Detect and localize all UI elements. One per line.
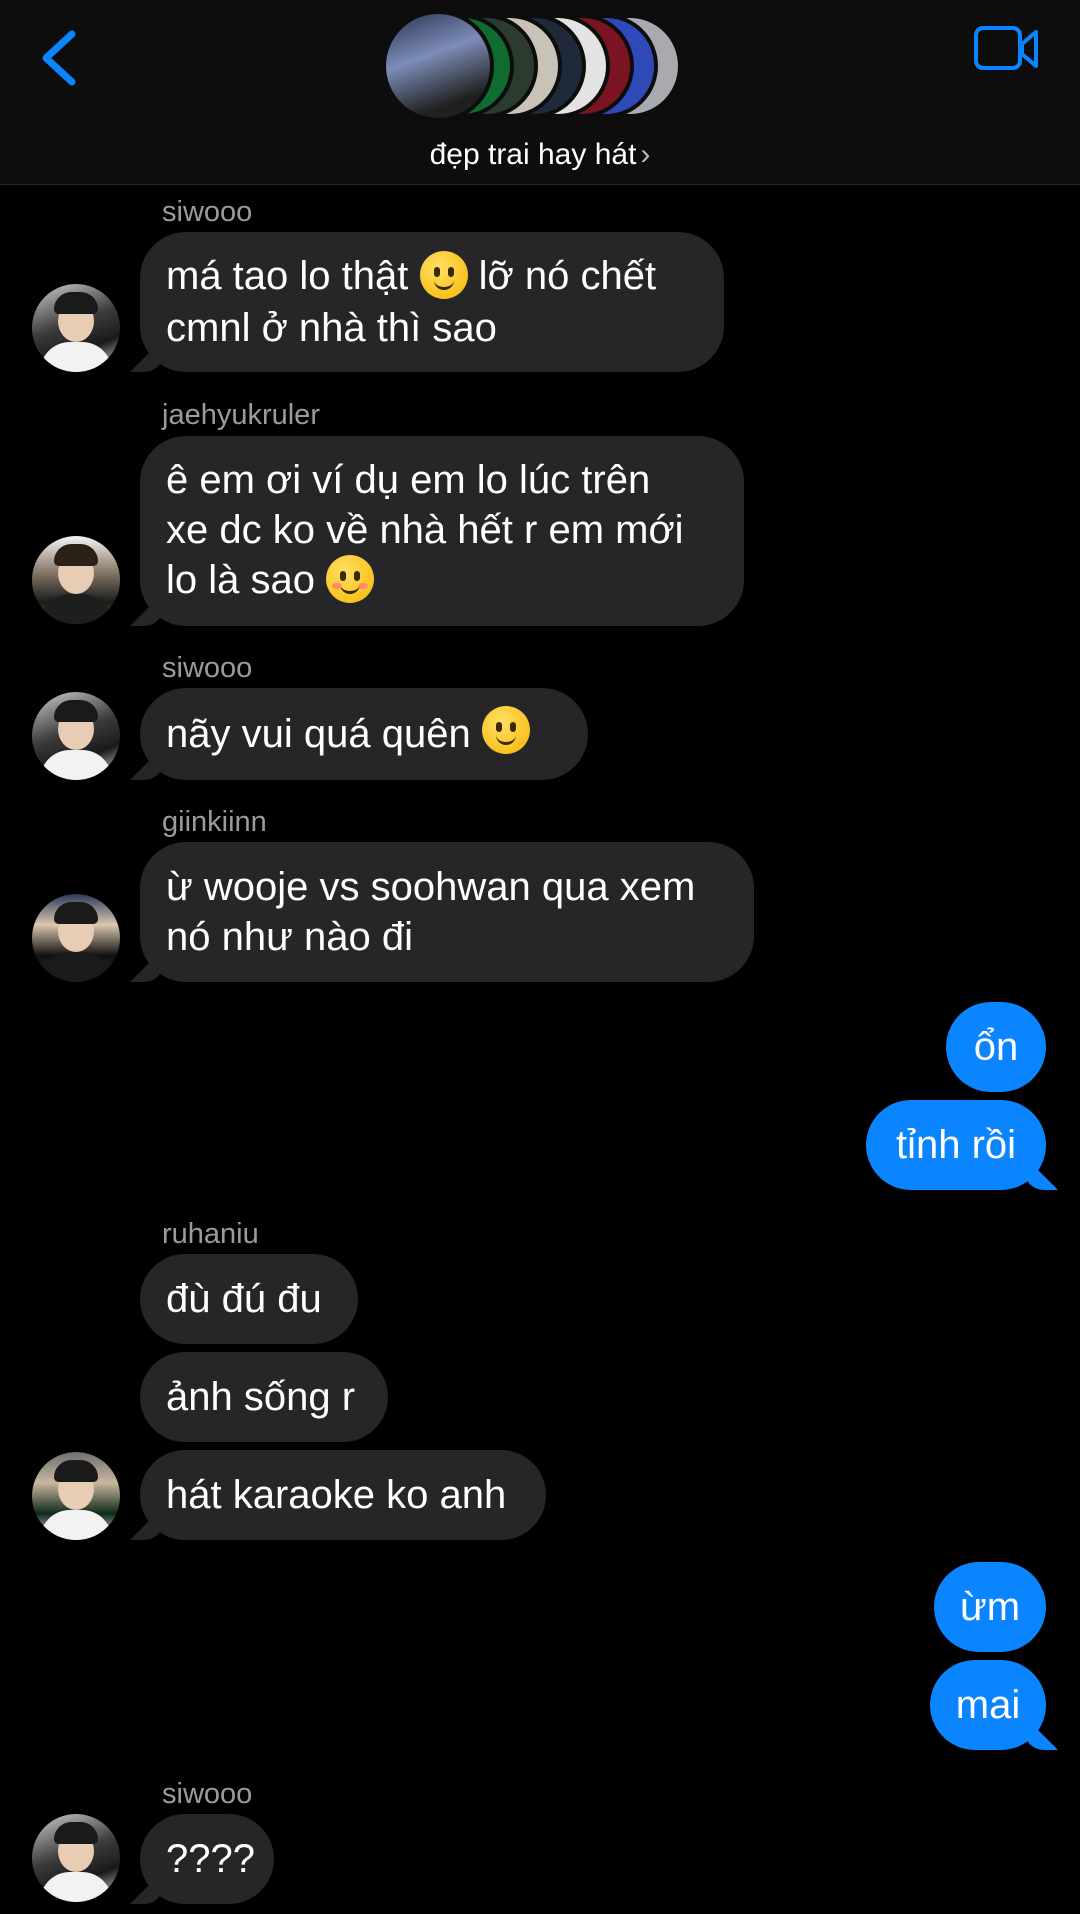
- chevron-right-icon: ›: [640, 138, 651, 171]
- message-bubble[interactable]: hát karaoke ko anh: [140, 1450, 546, 1540]
- message-line: má tao lo thật lỡ nó chết: [166, 250, 656, 302]
- back-button[interactable]: [36, 28, 86, 88]
- group-member-avatar: [382, 10, 494, 122]
- slightly-smiling-emoji-icon: [419, 250, 468, 299]
- sender-name: ruhaniu: [162, 1218, 259, 1250]
- avatar[interactable]: [32, 284, 120, 372]
- outgoing-message-bubble[interactable]: ừm: [934, 1562, 1046, 1652]
- outgoing-message-bubble[interactable]: tỉnh rồi: [866, 1100, 1046, 1190]
- message-bubble[interactable]: đù đú đu: [140, 1254, 358, 1344]
- message-line: xe dc ko về nhà hết r em mới: [166, 508, 684, 553]
- message-bubble[interactable]: ê em ơi ví dụ em lo lúc trên xe dc ko về…: [140, 436, 744, 626]
- message-bubble[interactable]: ảnh sống r: [140, 1352, 388, 1442]
- video-call-button[interactable]: [972, 22, 1042, 76]
- message-bubble[interactable]: má tao lo thật lỡ nó chết cmnl ở nhà thì…: [140, 232, 724, 372]
- avatar[interactable]: [32, 692, 120, 780]
- avatar[interactable]: [32, 894, 120, 982]
- message-bubble[interactable]: ừ wooje vs soohwan qua xem nó như nào đi: [140, 842, 754, 982]
- chevron-left-icon: [42, 30, 76, 86]
- group-name: đẹp trai hay hát: [429, 138, 637, 171]
- avatar[interactable]: [32, 1814, 120, 1902]
- avatar[interactable]: [32, 536, 120, 624]
- group-avatar-stack[interactable]: [382, 10, 702, 126]
- sender-name: jaehyukruler: [162, 399, 320, 431]
- avatar[interactable]: [32, 1452, 120, 1540]
- sender-name: giinkiinn: [162, 806, 267, 838]
- message-line: ê em ơi ví dụ em lo lúc trên: [166, 458, 651, 503]
- sender-name: siwooo: [162, 196, 253, 228]
- message-line: ừ wooje vs soohwan qua xem: [166, 865, 696, 909]
- outgoing-message-bubble[interactable]: ổn: [946, 1002, 1046, 1092]
- video-camera-icon: [974, 26, 1038, 70]
- chat-header: đẹp trai hay hát ›: [0, 0, 1080, 185]
- smiling-face-emoji-icon: [326, 554, 375, 603]
- message-bubble[interactable]: ????: [140, 1814, 274, 1904]
- message-bubble[interactable]: nãy vui quá quên: [140, 688, 588, 780]
- slightly-smiling-emoji-icon: [481, 706, 530, 754]
- message-line: lo là sao: [166, 554, 375, 606]
- group-title[interactable]: đẹp trai hay hát ›: [0, 138, 1080, 172]
- sender-name: siwooo: [162, 1778, 253, 1810]
- outgoing-message-bubble[interactable]: mai: [930, 1660, 1046, 1750]
- sender-name: siwooo: [162, 652, 253, 684]
- message-line: cmnl ở nhà thì sao: [166, 305, 497, 350]
- message-line: nó như nào đi: [166, 915, 413, 959]
